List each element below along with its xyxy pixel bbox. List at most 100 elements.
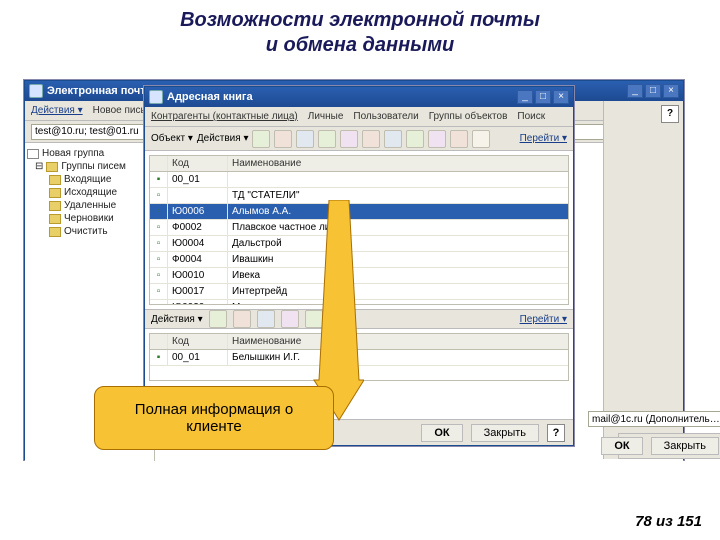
folder-icon bbox=[49, 214, 61, 224]
maximize-button[interactable]: □ bbox=[535, 90, 551, 104]
maximize-button[interactable]: □ bbox=[645, 84, 661, 98]
row-marker-icon: ▫ bbox=[150, 268, 168, 283]
actions-menu[interactable]: Действия ▾ bbox=[31, 105, 83, 116]
row-marker-icon: ▫ bbox=[150, 300, 168, 305]
tab-groups[interactable]: Группы объектов bbox=[429, 111, 508, 122]
toolbar-goto[interactable]: Перейти ▾ bbox=[520, 133, 567, 144]
close-button-back[interactable]: Закрыть bbox=[651, 437, 719, 455]
tool-icon[interactable] bbox=[340, 130, 358, 148]
sub-goto[interactable]: Перейти ▾ bbox=[520, 314, 567, 325]
grid-row[interactable]: ▫Ю0006Алымов А.А. bbox=[150, 204, 568, 220]
tree-folder[interactable]: Исходящие bbox=[27, 186, 152, 199]
addrbook-toolbar: Объект ▾ Действия ▾ Перейти ▾ bbox=[145, 127, 573, 151]
minimize-button[interactable]: _ bbox=[627, 84, 643, 98]
tab-users[interactable]: Пользователи bbox=[353, 111, 418, 122]
tree-groups[interactable]: ⊟Группы писем bbox=[27, 160, 152, 173]
close-button[interactable]: × bbox=[553, 90, 569, 104]
sub-actions[interactable]: Действия ▾ bbox=[151, 314, 203, 325]
cell-name: Модель bbox=[228, 300, 568, 305]
cell-code: Ю0006 bbox=[168, 204, 228, 219]
folder-icon bbox=[49, 227, 61, 237]
mail-field[interactable] bbox=[588, 411, 720, 427]
help-button[interactable]: ? bbox=[661, 105, 679, 123]
folder-icon bbox=[49, 188, 61, 198]
tool-icon[interactable] bbox=[318, 130, 336, 148]
ok-button[interactable]: ОК bbox=[421, 424, 462, 442]
close-button[interactable]: × bbox=[663, 84, 679, 98]
tool-icon[interactable] bbox=[428, 130, 446, 148]
cell-name: Алымов А.А. bbox=[228, 204, 568, 219]
tool-icon[interactable] bbox=[274, 130, 292, 148]
col-code[interactable]: Код bbox=[168, 156, 228, 171]
tool-icon[interactable] bbox=[329, 310, 347, 328]
toolbar-object[interactable]: Объект ▾ bbox=[151, 133, 193, 144]
grid-row[interactable]: ▫Ю0017Интертрейд bbox=[150, 284, 568, 300]
page-counter: 78 из 151 bbox=[635, 513, 702, 530]
tab-personal[interactable]: Личные bbox=[308, 111, 344, 122]
tree-folder[interactable]: Черновики bbox=[27, 212, 152, 225]
tool-icon[interactable] bbox=[384, 130, 402, 148]
cell-name: ТД "СТАТЕЛИ" bbox=[228, 188, 568, 203]
addrbook-app-icon bbox=[149, 90, 163, 104]
row-marker-icon: ▫ bbox=[150, 236, 168, 251]
email-app-icon bbox=[29, 84, 43, 98]
cell-name: Интертрейд bbox=[228, 284, 568, 299]
col-name[interactable]: Наименование bbox=[228, 156, 568, 171]
addrbook-title: Адресная книга bbox=[167, 91, 517, 103]
grid-row[interactable]: ▫Ф0004Ивашкин bbox=[150, 252, 568, 268]
tree-folder[interactable]: Удаленные bbox=[27, 199, 152, 212]
tool-icon[interactable] bbox=[209, 310, 227, 328]
grid-header: Код Наименование bbox=[150, 156, 568, 172]
folder-icon bbox=[46, 162, 58, 172]
cell-name: Ивека bbox=[228, 268, 568, 283]
grid-row[interactable]: ▫Ю0020Модель bbox=[150, 300, 568, 305]
back-footer: ОК Закрыть bbox=[618, 433, 720, 459]
grid-row[interactable]: ▫Ю0004Дальстрой bbox=[150, 236, 568, 252]
sub-toolbar: Действия ▾ Перейти ▾ bbox=[145, 309, 573, 329]
minimize-button[interactable]: _ bbox=[517, 90, 533, 104]
col-code[interactable]: Код bbox=[168, 334, 228, 349]
tool-icon[interactable] bbox=[233, 310, 251, 328]
cell-name: Ивашкин bbox=[228, 252, 568, 267]
tool-icon[interactable] bbox=[362, 130, 380, 148]
tool-icon[interactable] bbox=[252, 130, 270, 148]
cell-code: 00_01 bbox=[168, 350, 228, 365]
tool-icon[interactable] bbox=[472, 130, 490, 148]
cell-name: Дальстрой bbox=[228, 236, 568, 251]
tab-contragents[interactable]: Контрагенты (контактные лица) bbox=[151, 111, 298, 122]
cell-name: Плавское частное лицо bbox=[228, 220, 568, 235]
row-marker-icon: ▫ bbox=[150, 220, 168, 235]
slide-title-line1: Возможности электронной почты bbox=[0, 8, 720, 33]
tool-icon[interactable] bbox=[296, 130, 314, 148]
tool-icon[interactable] bbox=[305, 310, 323, 328]
row-marker-icon: ▫ bbox=[150, 204, 168, 219]
tool-icon[interactable] bbox=[406, 130, 424, 148]
close-footer-button[interactable]: Закрыть bbox=[471, 424, 539, 442]
cell-code: Ф0002 bbox=[168, 220, 228, 235]
grid2-row[interactable]: ▪ 00_01 Белышкин И.Г. bbox=[150, 350, 568, 366]
grid-row[interactable]: ▫Ю0010Ивека bbox=[150, 268, 568, 284]
row-marker-icon: ▪ bbox=[150, 172, 168, 187]
row-marker-icon: ▫ bbox=[150, 252, 168, 267]
folder-icon bbox=[27, 149, 39, 159]
tree-folder[interactable]: Очистить bbox=[27, 225, 152, 238]
tab-search[interactable]: Поиск bbox=[517, 111, 545, 122]
cell-name bbox=[228, 172, 568, 187]
email-right-panel: ? bbox=[603, 101, 683, 459]
ok-button-back[interactable]: ОК bbox=[601, 437, 642, 455]
folder-icon bbox=[49, 201, 61, 211]
tree-folder[interactable]: Входящие bbox=[27, 173, 152, 186]
col-name[interactable]: Наименование bbox=[228, 334, 568, 349]
contacts-grid: Код Наименование ▪00_01▫ТД "СТАТЕЛИ"▫Ю00… bbox=[149, 155, 569, 305]
tree-root[interactable]: Новая группа bbox=[27, 147, 152, 160]
toolbar-actions[interactable]: Действия ▾ bbox=[197, 133, 249, 144]
tool-icon[interactable] bbox=[281, 310, 299, 328]
grid-row[interactable]: ▫Ф0002Плавское частное лицо bbox=[150, 220, 568, 236]
tool-icon[interactable] bbox=[450, 130, 468, 148]
cell-name: Белышкин И.Г. bbox=[228, 350, 568, 365]
grid-row[interactable]: ▫ТД "СТАТЕЛИ" bbox=[150, 188, 568, 204]
tool-icon[interactable] bbox=[257, 310, 275, 328]
grid-row[interactable]: ▪00_01 bbox=[150, 172, 568, 188]
help-button[interactable]: ? bbox=[547, 424, 565, 442]
grid2-header: Код Наименование bbox=[150, 334, 568, 350]
